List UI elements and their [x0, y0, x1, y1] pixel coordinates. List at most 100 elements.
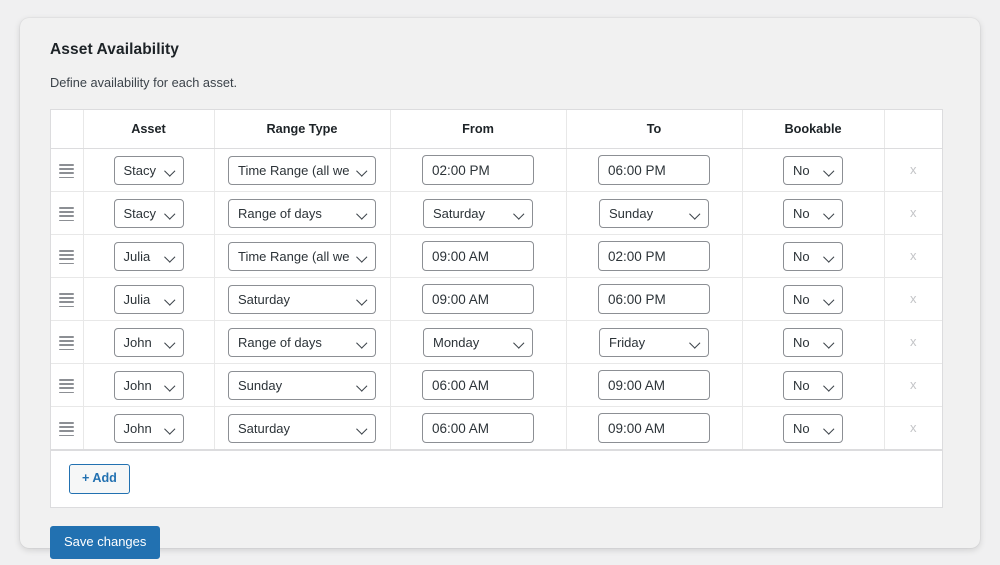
to-cell — [566, 363, 743, 407]
to-time-input[interactable] — [598, 241, 710, 271]
bookable-select[interactable]: No — [783, 370, 843, 400]
row-drag-handle-cell[interactable] — [51, 363, 84, 407]
range-type-cell: Range of days — [214, 191, 391, 235]
drag-handle-icon[interactable] — [59, 336, 75, 351]
bookable-select-value: No — [793, 420, 810, 436]
asset-cell: Julia — [83, 277, 215, 321]
asset-select[interactable]: Julia — [113, 284, 184, 314]
to-cell: Friday — [566, 320, 743, 364]
range-type-select[interactable]: Saturday — [228, 284, 376, 314]
range-type-select[interactable]: Saturday — [228, 413, 376, 443]
from-cell — [390, 277, 567, 321]
asset-select[interactable]: Stacy — [113, 155, 184, 185]
delete-row-icon[interactable]: x — [910, 163, 917, 176]
bookable-select-value: No — [793, 291, 810, 307]
asset-select[interactable]: Stacy — [113, 198, 184, 228]
bookable-cell: No — [742, 148, 885, 192]
chevron-down-icon — [824, 415, 835, 442]
asset-select[interactable]: Julia — [113, 241, 184, 271]
table-row: John Sunday No x — [51, 363, 942, 407]
delete-row-icon[interactable]: x — [910, 421, 917, 434]
page-root: Asset Availability Define availability f… — [0, 0, 1000, 565]
asset-cell: Stacy — [83, 148, 215, 192]
chevron-down-icon — [690, 200, 701, 227]
availability-table: Asset Range Type From To Bookable Stacy T… — [51, 110, 942, 450]
chevron-down-icon — [165, 200, 176, 227]
range-type-select[interactable]: Time Range (all we — [228, 155, 376, 185]
bookable-select[interactable]: No — [783, 327, 843, 357]
chevron-down-icon — [824, 372, 835, 399]
range-type-select-value: Range of days — [238, 334, 322, 350]
delete-row-icon[interactable]: x — [910, 206, 917, 219]
from-day-select[interactable]: Saturday — [423, 198, 533, 228]
row-drag-handle-cell[interactable] — [51, 148, 84, 192]
column-header-asset: Asset — [83, 110, 215, 149]
asset-select[interactable]: John — [113, 370, 184, 400]
to-time-input[interactable] — [598, 284, 710, 314]
delete-row-icon[interactable]: x — [910, 292, 917, 305]
bookable-cell: No — [742, 277, 885, 321]
from-day-select-value: Saturday — [433, 205, 486, 221]
delete-row-icon[interactable]: x — [910, 335, 917, 348]
row-drag-handle-cell[interactable] — [51, 320, 84, 364]
range-type-select[interactable]: Time Range (all we — [228, 241, 376, 271]
range-type-select-value: Time Range (all we — [238, 162, 350, 178]
column-header-to: To — [566, 110, 743, 149]
delete-row-icon[interactable]: x — [910, 378, 917, 391]
chevron-down-icon — [165, 329, 176, 356]
to-day-select[interactable]: Sunday — [599, 198, 709, 228]
row-drag-handle-cell[interactable] — [51, 234, 84, 278]
add-row-button[interactable]: + Add — [69, 464, 130, 495]
drag-handle-icon[interactable] — [59, 164, 75, 179]
drag-handle-icon[interactable] — [59, 422, 75, 437]
chevron-down-icon — [824, 200, 835, 227]
asset-select[interactable]: John — [113, 327, 184, 357]
range-type-select[interactable]: Range of days — [228, 327, 376, 357]
from-cell: Saturday — [390, 191, 567, 235]
to-day-select[interactable]: Friday — [599, 327, 709, 357]
asset-cell: John — [83, 406, 215, 450]
table-row: Julia Time Range (all we No x — [51, 234, 942, 278]
chevron-down-icon — [357, 415, 368, 442]
from-day-select[interactable]: Monday — [423, 327, 533, 357]
from-time-input[interactable] — [422, 284, 534, 314]
save-changes-button[interactable]: Save changes — [50, 526, 161, 560]
asset-select-value: Julia — [123, 248, 151, 264]
bookable-select-value: No — [793, 205, 810, 221]
range-type-cell: Sunday — [214, 363, 391, 407]
bookable-select[interactable]: No — [783, 241, 843, 271]
bookable-select[interactable]: No — [783, 155, 843, 185]
from-time-input[interactable] — [422, 241, 534, 271]
chevron-down-icon — [165, 243, 176, 270]
from-time-input[interactable] — [422, 370, 534, 400]
to-time-input[interactable] — [598, 413, 710, 443]
bookable-cell: No — [742, 406, 885, 450]
from-day-select-value: Monday — [433, 334, 480, 350]
column-header-from: From — [390, 110, 567, 149]
row-drag-handle-cell[interactable] — [51, 191, 84, 235]
range-type-select[interactable]: Sunday — [228, 370, 376, 400]
row-drag-handle-cell[interactable] — [51, 406, 84, 450]
drag-handle-icon[interactable] — [59, 250, 75, 265]
range-type-select-value: Saturday — [238, 420, 291, 436]
delete-row-icon[interactable]: x — [910, 249, 917, 262]
range-type-select[interactable]: Range of days — [228, 198, 376, 228]
drag-handle-icon[interactable] — [59, 207, 75, 222]
bookable-select[interactable]: No — [783, 284, 843, 314]
bookable-select[interactable]: No — [783, 198, 843, 228]
asset-select[interactable]: John — [113, 413, 184, 443]
from-time-input[interactable] — [422, 413, 534, 443]
column-header-handle — [51, 110, 84, 149]
asset-select-value: Stacy — [123, 162, 157, 178]
asset-select-value: John — [123, 334, 152, 350]
chevron-down-icon — [357, 157, 368, 184]
row-drag-handle-cell[interactable] — [51, 277, 84, 321]
bookable-cell: No — [742, 234, 885, 278]
to-time-input[interactable] — [598, 370, 710, 400]
drag-handle-icon[interactable] — [59, 293, 75, 308]
bookable-select-value: No — [793, 334, 810, 350]
bookable-select[interactable]: No — [783, 413, 843, 443]
from-time-input[interactable] — [422, 155, 534, 185]
to-time-input[interactable] — [598, 155, 710, 185]
drag-handle-icon[interactable] — [59, 379, 75, 394]
